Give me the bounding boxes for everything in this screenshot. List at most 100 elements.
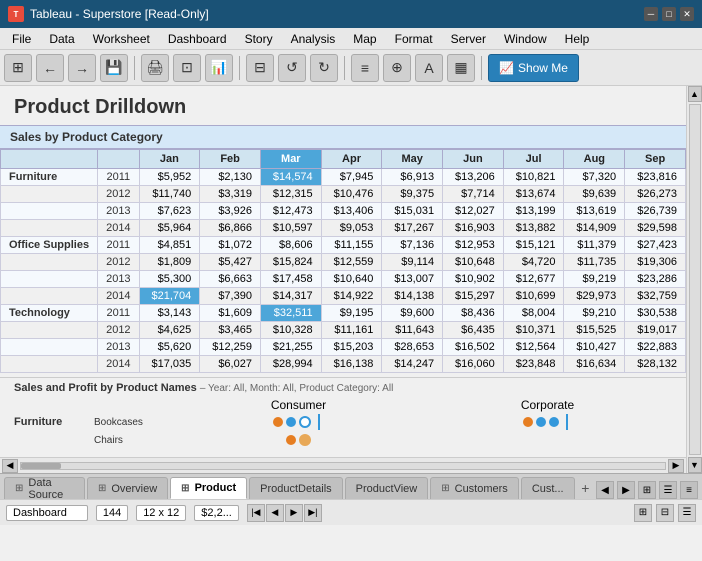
status-icons: ⊞ ⊟ ☰ <box>634 504 696 522</box>
vertical-scrollbar[interactable]: ▲ ▼ <box>686 86 702 473</box>
tab-datasource[interactable]: ⊞ Data Source <box>4 477 85 499</box>
label-button[interactable]: A <box>415 54 443 82</box>
overview-tab-icon: ⊞ <box>98 483 106 494</box>
scroll-down-button[interactable]: ▼ <box>688 457 702 473</box>
cell-value: $6,663 <box>200 271 261 288</box>
grid-icon[interactable]: ⊞ <box>634 504 652 522</box>
scroll-up-button[interactable]: ▲ <box>688 86 702 102</box>
cell-year: 2014 <box>98 220 139 237</box>
sort-button[interactable]: ≡ <box>351 54 379 82</box>
menu-server[interactable]: Server <box>443 30 494 48</box>
page-next-button[interactable]: ▶ <box>285 504 303 522</box>
scroll-track[interactable] <box>20 462 666 470</box>
redo-button[interactable]: ↻ <box>310 54 338 82</box>
col-may[interactable]: May <box>382 150 443 169</box>
tab-overview[interactable]: ⊞ Overview <box>87 477 168 499</box>
tab-options-button[interactable]: ☰ <box>659 481 677 499</box>
cell-value: $1,809 <box>139 254 200 271</box>
tab-grid-button[interactable]: ⊞ <box>638 481 656 499</box>
maximize-button[interactable]: □ <box>662 7 676 21</box>
menu-data[interactable]: Data <box>41 30 82 48</box>
cell-value: $10,821 <box>503 169 564 186</box>
more-icon[interactable]: ☰ <box>678 504 696 522</box>
group-button[interactable]: ⊕ <box>383 54 411 82</box>
chart-button[interactable]: 📊 <box>205 54 233 82</box>
menu-story[interactable]: Story <box>237 30 281 48</box>
scroll-right-button[interactable]: ▶ <box>668 459 684 473</box>
tab-product-label: Product <box>195 482 237 494</box>
new-button[interactable]: ⊞ <box>4 54 32 82</box>
cell-value: $5,964 <box>139 220 200 237</box>
cell-value: $21,704 <box>139 288 200 305</box>
forward-button[interactable]: → <box>68 54 96 82</box>
cell-value: $14,922 <box>321 288 382 305</box>
tab-customers[interactable]: ⊞ Customers <box>430 477 519 499</box>
horizontal-scrollbar[interactable]: ◀ ▶ <box>0 457 686 473</box>
menu-help[interactable]: Help <box>557 30 598 48</box>
cell-value: $5,300 <box>139 271 200 288</box>
close-button[interactable]: ✕ <box>680 7 694 21</box>
back-button[interactable]: ← <box>36 54 64 82</box>
col-jan[interactable]: Jan <box>139 150 200 169</box>
cell-value: $9,114 <box>382 254 443 271</box>
cell-category <box>1 322 98 339</box>
data-btn[interactable]: ▦ <box>447 54 475 82</box>
show-me-button[interactable]: 📈 Show Me <box>488 54 579 82</box>
filter-button[interactable]: ⊟ <box>246 54 274 82</box>
undo-button[interactable]: ↺ <box>278 54 306 82</box>
col-jun[interactable]: Jun <box>443 150 504 169</box>
col-aug[interactable]: Aug <box>564 150 625 169</box>
viz-header: Sales and Profit by Product Names – Year… <box>0 382 686 398</box>
table-icon[interactable]: ⊟ <box>656 504 674 522</box>
scroll-thumb[interactable] <box>21 463 61 469</box>
size-field[interactable]: 12 x 12 <box>136 505 186 521</box>
bookcases-label: Bookcases <box>94 417 174 428</box>
menu-file[interactable]: File <box>4 30 39 48</box>
sheet-type-dropdown[interactable]: Dashboard <box>6 505 88 521</box>
save-button[interactable]: 💾 <box>100 54 128 82</box>
tab-product[interactable]: ⊞ Product <box>170 477 247 499</box>
dot-outline-1 <box>299 416 311 428</box>
cell-category <box>1 339 98 356</box>
cell-value: $32,759 <box>625 288 686 305</box>
menu-window[interactable]: Window <box>496 30 555 48</box>
print-button[interactable]: 🖨 <box>141 54 169 82</box>
value-field: $2,2... <box>194 505 239 521</box>
page-first-button[interactable]: |◀ <box>247 504 265 522</box>
tab-productview[interactable]: ProductView <box>345 477 429 499</box>
zoom-field[interactable]: 144 <box>96 505 128 521</box>
menu-worksheet[interactable]: Worksheet <box>85 30 158 48</box>
table-row: Furniture2011$5,952$2,130$14,574$7,945$6… <box>1 169 686 186</box>
menu-dashboard[interactable]: Dashboard <box>160 30 235 48</box>
col-apr[interactable]: Apr <box>321 150 382 169</box>
minimize-button[interactable]: ─ <box>644 7 658 21</box>
view-button[interactable]: ⊡ <box>173 54 201 82</box>
cell-value: $3,465 <box>200 322 261 339</box>
cell-value: $14,247 <box>382 356 443 373</box>
cell-value: $12,473 <box>260 203 321 220</box>
tab-overview-label: Overview <box>111 483 157 495</box>
show-me-label: Show Me <box>518 61 568 75</box>
col-feb[interactable]: Feb <box>200 150 261 169</box>
col-sep[interactable]: Sep <box>625 150 686 169</box>
scroll-track-v[interactable] <box>689 104 701 455</box>
menu-analysis[interactable]: Analysis <box>283 30 344 48</box>
col-jul[interactable]: Jul <box>503 150 564 169</box>
page-last-button[interactable]: ▶| <box>304 504 322 522</box>
menu-map[interactable]: Map <box>345 30 384 48</box>
cell-value: $10,427 <box>564 339 625 356</box>
tab-productdetails[interactable]: ProductDetails <box>249 477 343 499</box>
menu-format[interactable]: Format <box>387 30 441 48</box>
cell-value: $10,328 <box>260 322 321 339</box>
scroll-left-button[interactable]: ◀ <box>2 459 18 473</box>
separator-4 <box>481 56 482 80</box>
tab-next-button[interactable]: ▶ <box>617 481 635 499</box>
add-tab-button[interactable]: + <box>577 477 594 499</box>
cell-value: $10,902 <box>443 271 504 288</box>
tab-prev-button[interactable]: ◀ <box>596 481 614 499</box>
cell-value: $13,007 <box>382 271 443 288</box>
col-mar[interactable]: Mar <box>260 150 321 169</box>
tab-cust[interactable]: Cust... <box>521 477 575 499</box>
tab-more-button[interactable]: ≡ <box>680 481 698 499</box>
page-prev-button[interactable]: ◀ <box>266 504 284 522</box>
